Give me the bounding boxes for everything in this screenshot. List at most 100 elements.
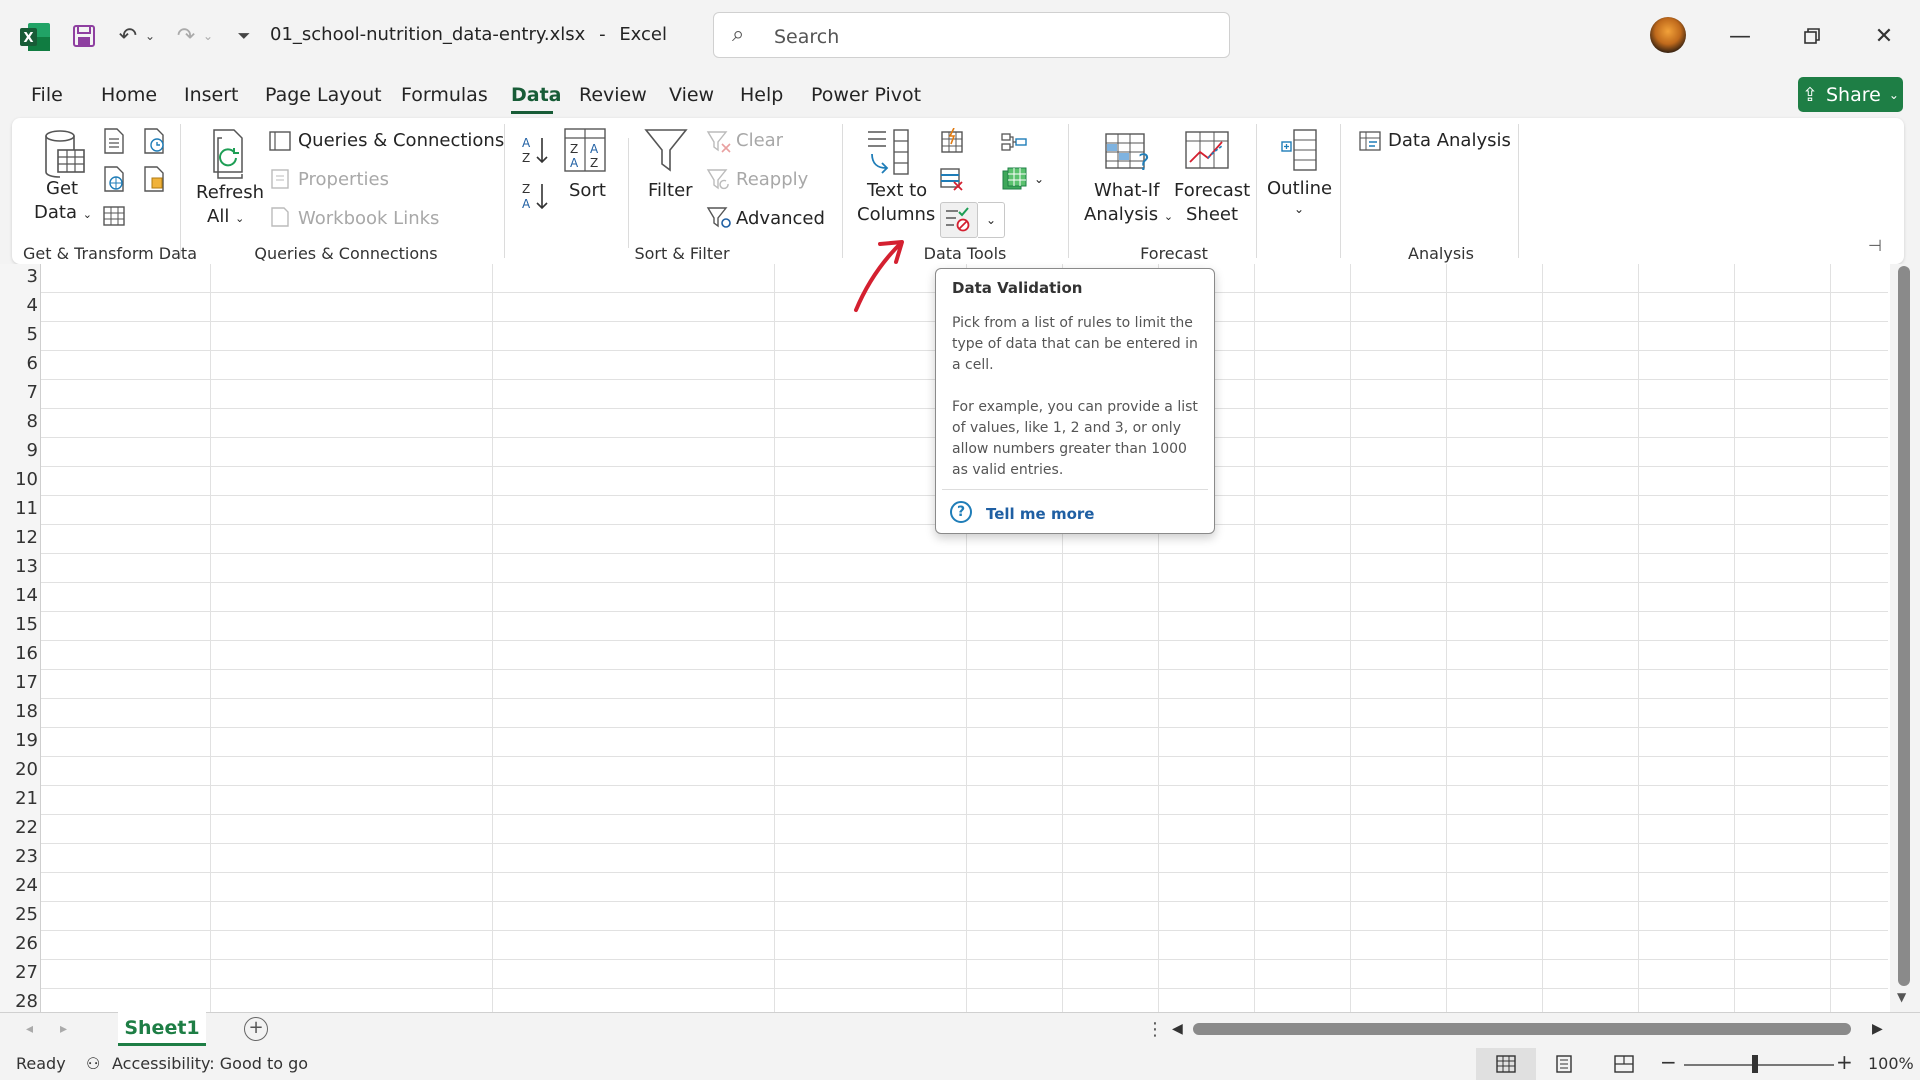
row-header[interactable]: 28 [0,991,38,1012]
row-header[interactable]: 18 [0,701,38,722]
tab-power-pivot[interactable]: Power Pivot [811,84,921,106]
zoom-level[interactable]: 100% [1868,1054,1914,1073]
row-header[interactable]: 14 [0,585,38,606]
row-header[interactable]: 23 [0,846,38,867]
forecast-sheet-label[interactable]: Forecast [1174,180,1250,201]
outline-dropdown-icon[interactable]: ⌄ [1294,202,1304,216]
scroll-right-icon[interactable]: ▶ [1872,1021,1883,1037]
row-header[interactable]: 7 [0,382,38,403]
data-model-dropdown-icon[interactable]: ⌄ [1034,172,1044,186]
close-icon[interactable]: ✕ [1854,14,1914,58]
queries-connections-icon[interactable] [268,130,292,156]
what-if-analysis-icon[interactable]: ? [1104,130,1152,180]
existing-connections-icon[interactable] [142,166,166,196]
tab-data[interactable]: Data [511,84,562,106]
vertical-scroll-thumb[interactable] [1898,266,1910,986]
row-header[interactable]: 21 [0,788,38,809]
refresh-all-label[interactable]: Refresh [196,182,264,203]
from-table-icon[interactable] [102,204,126,232]
more-options-icon[interactable]: ⋮ [1146,1019,1164,1040]
outline-icon[interactable] [1280,128,1320,176]
zoom-slider-thumb[interactable] [1752,1055,1758,1073]
row-header[interactable]: 3 [0,266,38,287]
filter-icon[interactable] [644,128,688,178]
row-header[interactable]: 22 [0,817,38,838]
scroll-left-icon[interactable]: ◀ [1172,1021,1183,1037]
page-break-view-icon[interactable] [1614,1055,1634,1073]
data-analysis-icon[interactable] [1358,130,1382,156]
row-header[interactable]: 25 [0,904,38,925]
remove-duplicates-icon[interactable] [938,166,966,196]
advanced-button[interactable]: Advanced [736,208,825,229]
tab-help[interactable]: Help [740,84,783,106]
forecast-sheet-icon[interactable] [1184,130,1230,176]
accessibility-icon[interactable]: ⚇ [86,1054,100,1073]
sort-a-z-icon[interactable]: AZ [520,134,550,170]
zoom-out-icon[interactable]: − [1660,1050,1677,1074]
row-header[interactable]: 24 [0,875,38,896]
search-input[interactable]: ⌕ Search [713,12,1230,58]
forecast-sheet-label-2[interactable]: Sheet [1186,204,1238,225]
horizontal-scroll-thumb[interactable] [1193,1023,1851,1035]
tab-view[interactable]: View [669,84,714,106]
row-header[interactable]: 26 [0,933,38,954]
filter-button[interactable]: Filter [648,180,693,201]
sort-z-a-icon[interactable]: ZA [520,180,550,216]
tab-insert[interactable]: Insert [184,84,239,106]
row-header[interactable]: 5 [0,324,38,345]
row-header[interactable]: 16 [0,643,38,664]
consolidate-icon[interactable] [1000,130,1028,158]
row-headers[interactable]: 3 4 5 6 7 8 9 10 11 12 13 14 15 16 17 18… [0,264,41,1012]
refresh-all-label-2[interactable]: All ⌄ [207,206,244,227]
help-icon[interactable]: ? [950,501,972,523]
tab-file[interactable]: File [31,84,63,106]
from-web-icon[interactable] [102,166,126,196]
normal-view-button[interactable] [1476,1048,1536,1080]
redo-dropdown-icon[interactable]: ⌄ [198,18,218,54]
what-if-label[interactable]: What-If [1094,180,1159,201]
get-data-label[interactable]: Get [46,178,78,199]
zoom-in-icon[interactable]: + [1836,1050,1853,1074]
tab-review[interactable]: Review [579,84,647,106]
tab-home[interactable]: Home [101,84,157,106]
tab-formulas[interactable]: Formulas [401,84,488,106]
row-header[interactable]: 9 [0,440,38,461]
share-button[interactable]: ⇪ Share ⌄ [1798,77,1903,112]
row-header[interactable]: 17 [0,672,38,693]
add-sheet-icon[interactable]: + [244,1017,268,1041]
row-header[interactable]: 12 [0,527,38,548]
data-validation-dropdown-icon[interactable]: ⌄ [978,202,1005,238]
what-if-label-2[interactable]: Analysis ⌄ [1084,204,1173,225]
page-layout-view-icon[interactable] [1554,1055,1574,1073]
scroll-down-icon[interactable]: ▼ [1897,990,1906,1004]
sort-icon[interactable]: ZAAZ [564,128,606,176]
next-sheet-icon[interactable]: ▸ [60,1021,67,1037]
advanced-filter-icon[interactable] [706,206,732,234]
restore-icon[interactable] [1782,14,1842,58]
sheet-tab-sheet1[interactable]: Sheet1 [118,1012,206,1046]
recent-sources-icon[interactable] [142,128,166,158]
row-header[interactable]: 8 [0,411,38,432]
row-header[interactable]: 15 [0,614,38,635]
refresh-all-icon[interactable] [208,128,254,188]
undo-dropdown-icon[interactable]: ⌄ [140,18,160,54]
sort-button[interactable]: Sort [569,180,606,201]
pin-ribbon-icon[interactable]: ⊣ [1868,236,1882,255]
row-header[interactable]: 11 [0,498,38,519]
row-header[interactable]: 19 [0,730,38,751]
zoom-slider[interactable] [1684,1064,1834,1066]
outline-button[interactable]: Outline [1267,178,1332,199]
text-to-columns-label-2[interactable]: Columns [857,204,935,225]
row-header[interactable]: 6 [0,353,38,374]
row-header[interactable]: 20 [0,759,38,780]
manage-data-model-icon[interactable] [1000,166,1028,196]
row-header[interactable]: 27 [0,962,38,983]
data-validation-button[interactable] [940,202,978,238]
flash-fill-icon[interactable] [938,127,966,158]
avatar[interactable] [1650,17,1686,53]
queries-connections-button[interactable]: Queries & Connections [298,130,504,151]
data-analysis-button[interactable]: Data Analysis [1388,130,1511,151]
text-to-columns-label[interactable]: Text to [867,180,927,201]
minimize-icon[interactable]: — [1710,14,1770,58]
get-data-label-2[interactable]: Data ⌄ [34,202,92,223]
